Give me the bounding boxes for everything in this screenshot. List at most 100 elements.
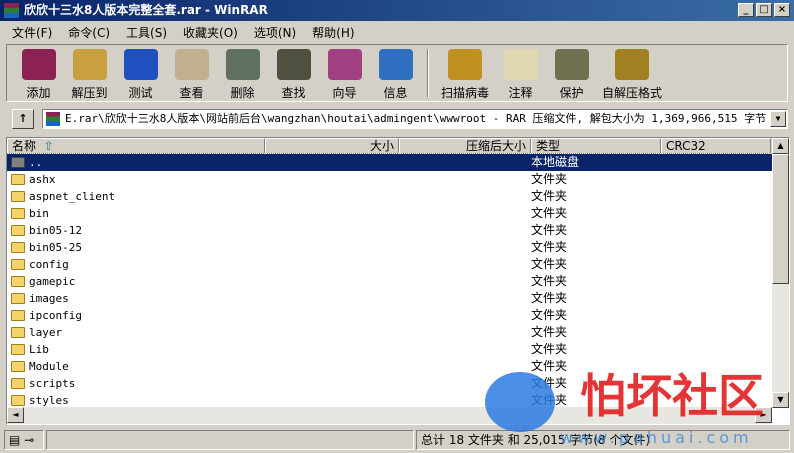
path-dropdown-button[interactable]: ▼	[770, 111, 786, 127]
menu-item-4[interactable]: 选项(N)	[246, 21, 304, 42]
scroll-up-button[interactable]: ▲	[772, 138, 789, 154]
folder-icon	[11, 327, 25, 338]
file-type: 文件夹	[531, 206, 568, 220]
toolbar-button-protect[interactable]: 保护	[546, 45, 597, 101]
file-type: 文件夹	[531, 325, 568, 339]
scroll-thumb[interactable]	[772, 154, 789, 284]
toolbar-label: 解压到	[71, 86, 108, 100]
toolbar: 添加 解压到 测试 查看 删除 查找 向导 信息 扫描病毒 注释 保护 自解压格式	[6, 44, 788, 102]
file-row[interactable]: images 文件夹	[7, 290, 772, 307]
toolbar-button-find[interactable]: 查找	[268, 45, 319, 101]
file-name: Lib	[29, 343, 49, 356]
toolbar-label: 测试	[128, 86, 153, 100]
column-size[interactable]: 大小	[265, 138, 399, 154]
menu-item-3[interactable]: 收藏夹(O)	[175, 21, 246, 42]
column-crc32[interactable]: CRC32	[661, 138, 771, 154]
toolbar-separator	[427, 49, 429, 97]
scroll-left-button[interactable]: ◄	[7, 407, 24, 423]
file-type: 文件夹	[531, 359, 568, 373]
wizard-icon	[327, 49, 362, 80]
file-row[interactable]: .. 本地磁盘	[7, 153, 773, 172]
folder-icon	[11, 378, 25, 389]
file-type: 文件夹	[531, 257, 568, 271]
column-name[interactable]: 名称 ⇧	[7, 138, 265, 154]
toolbar-label: 添加	[26, 86, 51, 100]
folder-icon	[11, 225, 25, 236]
delete-icon	[225, 49, 260, 80]
file-row[interactable]: Lib 文件夹	[7, 341, 772, 358]
file-name: layer	[29, 326, 63, 339]
file-type: 文件夹	[531, 308, 568, 322]
close-button[interactable]: ×	[774, 3, 790, 17]
winrar-app-icon	[4, 3, 19, 18]
toolbar-button-add[interactable]: 添加	[13, 45, 64, 101]
file-name: ashx	[29, 173, 56, 186]
column-type[interactable]: 类型	[531, 138, 661, 154]
folder-icon	[11, 208, 25, 219]
vertical-scrollbar[interactable]: ▲ ▼	[772, 138, 789, 408]
column-packed[interactable]: 压缩后大小	[399, 138, 531, 154]
file-name: config	[29, 258, 69, 271]
file-type: 文件夹	[531, 342, 568, 356]
folder-icon	[11, 242, 25, 253]
file-row[interactable]: aspnet_client 文件夹	[7, 188, 772, 205]
scroll-right-button[interactable]: ►	[755, 407, 772, 423]
menu-item-2[interactable]: 工具(S)	[118, 21, 175, 42]
file-name: bin05-25	[29, 241, 82, 254]
toolbar-button-sfx[interactable]: 自解压格式	[597, 45, 667, 101]
file-type: 文件夹	[531, 172, 568, 186]
maximize-button[interactable]: □	[756, 3, 772, 17]
horizontal-scrollbar[interactable]: ◄ ►	[7, 407, 772, 424]
path-combo[interactable]: E.rar\欣欣十三水8人版本\网站前后台\wangzhan\houtai\ad…	[42, 109, 788, 129]
folder-icon	[11, 361, 25, 372]
file-row[interactable]: layer 文件夹	[7, 324, 772, 341]
file-row[interactable]: gamepic 文件夹	[7, 273, 772, 290]
scroll-down-button[interactable]: ▼	[772, 392, 789, 408]
toolbar-button-info[interactable]: 信息	[370, 45, 421, 101]
up-folder-button[interactable]: ↑	[12, 109, 34, 129]
file-row[interactable]: bin05-12 文件夹	[7, 222, 772, 239]
watermark-url: www.pahuai.com	[560, 428, 753, 447]
view-icon	[174, 49, 209, 80]
folder-icon	[11, 293, 25, 304]
file-row[interactable]: config 文件夹	[7, 256, 772, 273]
path-text: E.rar\欣欣十三水8人版本\网站前后台\wangzhan\houtai\ad…	[65, 112, 767, 125]
rar-archive-icon	[46, 112, 60, 126]
menu-bar: 文件(F) 命令(C) 工具(S) 收藏夹(O) 选项(N) 帮助(H)	[0, 21, 363, 42]
toolbar-button-delete[interactable]: 删除	[217, 45, 268, 101]
file-type: 文件夹	[531, 223, 568, 237]
minimize-button[interactable]: _	[738, 3, 754, 17]
window-title: 欣欣十三水8人版本完整全套.rar - WinRAR	[24, 3, 268, 17]
toolbar-button-comment[interactable]: 注释	[495, 45, 546, 101]
status-left	[46, 430, 414, 450]
toolbar-button-wizard[interactable]: 向导	[319, 45, 370, 101]
folder-icon	[11, 276, 25, 287]
protect-icon	[554, 49, 589, 80]
folder-icon	[11, 157, 25, 168]
info-icon	[378, 49, 413, 80]
file-name: bin	[29, 207, 49, 220]
file-row[interactable]: bin05-25 文件夹	[7, 239, 772, 256]
menu-item-1[interactable]: 命令(C)	[60, 21, 118, 42]
file-row[interactable]: ashx 文件夹	[7, 171, 772, 188]
menu-item-5[interactable]: 帮助(H)	[304, 21, 362, 42]
folder-icon	[11, 191, 25, 202]
file-row[interactable]: bin 文件夹	[7, 205, 772, 222]
add-icon	[21, 49, 56, 80]
file-row[interactable]: ipconfig 文件夹	[7, 307, 772, 324]
toolbar-button-view[interactable]: 查看	[166, 45, 217, 101]
file-name: gamepic	[29, 275, 76, 288]
file-row[interactable]: Module 文件夹	[7, 358, 772, 375]
toolbar-button-extract[interactable]: 解压到	[64, 45, 115, 101]
toolbar-button-test[interactable]: 测试	[115, 45, 166, 101]
toolbar-button-virus-scan[interactable]: 扫描病毒	[435, 45, 495, 101]
watermark-logo-icon	[485, 372, 555, 432]
file-name: scripts	[29, 377, 76, 390]
file-row[interactable]: scripts 文件夹	[7, 375, 772, 392]
column-name-label: 名称	[12, 139, 37, 153]
toolbar-label: 扫描病毒	[440, 86, 489, 100]
file-type: 文件夹	[531, 240, 568, 254]
menu-item-0[interactable]: 文件(F)	[4, 21, 60, 42]
address-bar: ↑ E.rar\欣欣十三水8人版本\网站前后台\wangzhan\houtai\…	[6, 106, 788, 132]
comment-icon	[503, 49, 538, 80]
